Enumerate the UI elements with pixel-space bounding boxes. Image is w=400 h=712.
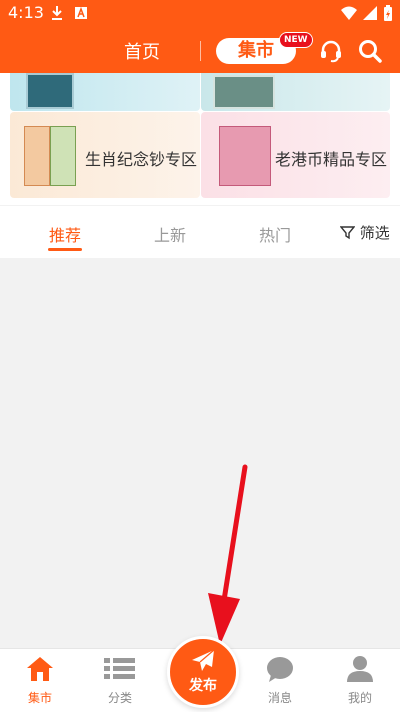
hk-banknote-card[interactable]: 老港币精品专区 <box>201 112 390 198</box>
main-content: 生肖纪念钞专区 老港币精品专区 推荐 上新 热门 筛选 <box>0 73 400 648</box>
banknote-image <box>26 73 74 109</box>
filter-label: 筛选 <box>359 224 390 242</box>
bottom-nav-label: 集市 <box>27 691 52 705</box>
red-arrow-annotation <box>208 464 248 645</box>
a-notification-icon <box>75 6 87 19</box>
publish-label: 发布 <box>189 678 217 694</box>
nav-divider <box>200 41 201 61</box>
bottom-nav-profile[interactable]: 我的 <box>330 655 390 706</box>
wifi-icon <box>341 6 357 20</box>
home-tab[interactable]: 首页 <box>110 38 174 64</box>
category-banner-area: 生肖纪念钞专区 老港币精品专区 <box>0 73 400 205</box>
customer-service-icon[interactable] <box>318 38 344 64</box>
app-header: 4:13 首页 集市 NEW <box>0 0 400 73</box>
active-tab-indicator <box>48 248 82 251</box>
tab-hot[interactable]: 热门 <box>245 222 305 246</box>
bottom-nav-market[interactable]: 集市 <box>10 655 70 706</box>
bottom-nav-label: 我的 <box>347 691 372 705</box>
zodiac-banknote-card[interactable]: 生肖纪念钞专区 <box>10 112 200 198</box>
battery-icon <box>384 5 392 21</box>
search-icon[interactable] <box>357 38 383 64</box>
category-card-top-right[interactable] <box>201 73 390 111</box>
category-card-top-left[interactable] <box>10 73 200 111</box>
bottom-nav-messages[interactable]: 消息 <box>250 655 310 706</box>
home-icon <box>27 657 53 681</box>
message-icon <box>267 657 293 682</box>
list-icon <box>104 658 135 679</box>
banknote-image <box>50 126 76 186</box>
paper-plane-icon <box>192 649 215 671</box>
bottom-nav-category[interactable]: 分类 <box>90 655 150 706</box>
status-time: 4:13 <box>8 3 44 22</box>
card-label: 生肖纪念钞专区 <box>85 150 198 169</box>
new-badge: NEW <box>279 32 313 48</box>
bottom-nav-label: 消息 <box>267 691 292 705</box>
banknote-image <box>213 75 275 109</box>
filter-button[interactable]: 筛选 <box>339 222 390 243</box>
banknote-image <box>219 126 271 186</box>
download-icon <box>52 6 62 20</box>
publish-button[interactable]: 发布 <box>167 636 239 708</box>
bottom-nav-label: 分类 <box>107 691 132 705</box>
tab-recommend[interactable]: 推荐 <box>35 222 95 246</box>
filter-icon <box>339 226 356 240</box>
user-icon <box>347 656 373 682</box>
status-bar: 4:13 <box>0 0 400 26</box>
feed-tabs: 推荐 上新 热门 筛选 <box>0 206 400 258</box>
banknote-image <box>24 126 50 186</box>
card-label: 老港币精品专区 <box>275 150 388 169</box>
signal-icon <box>363 6 377 20</box>
tab-new[interactable]: 上新 <box>140 222 200 246</box>
